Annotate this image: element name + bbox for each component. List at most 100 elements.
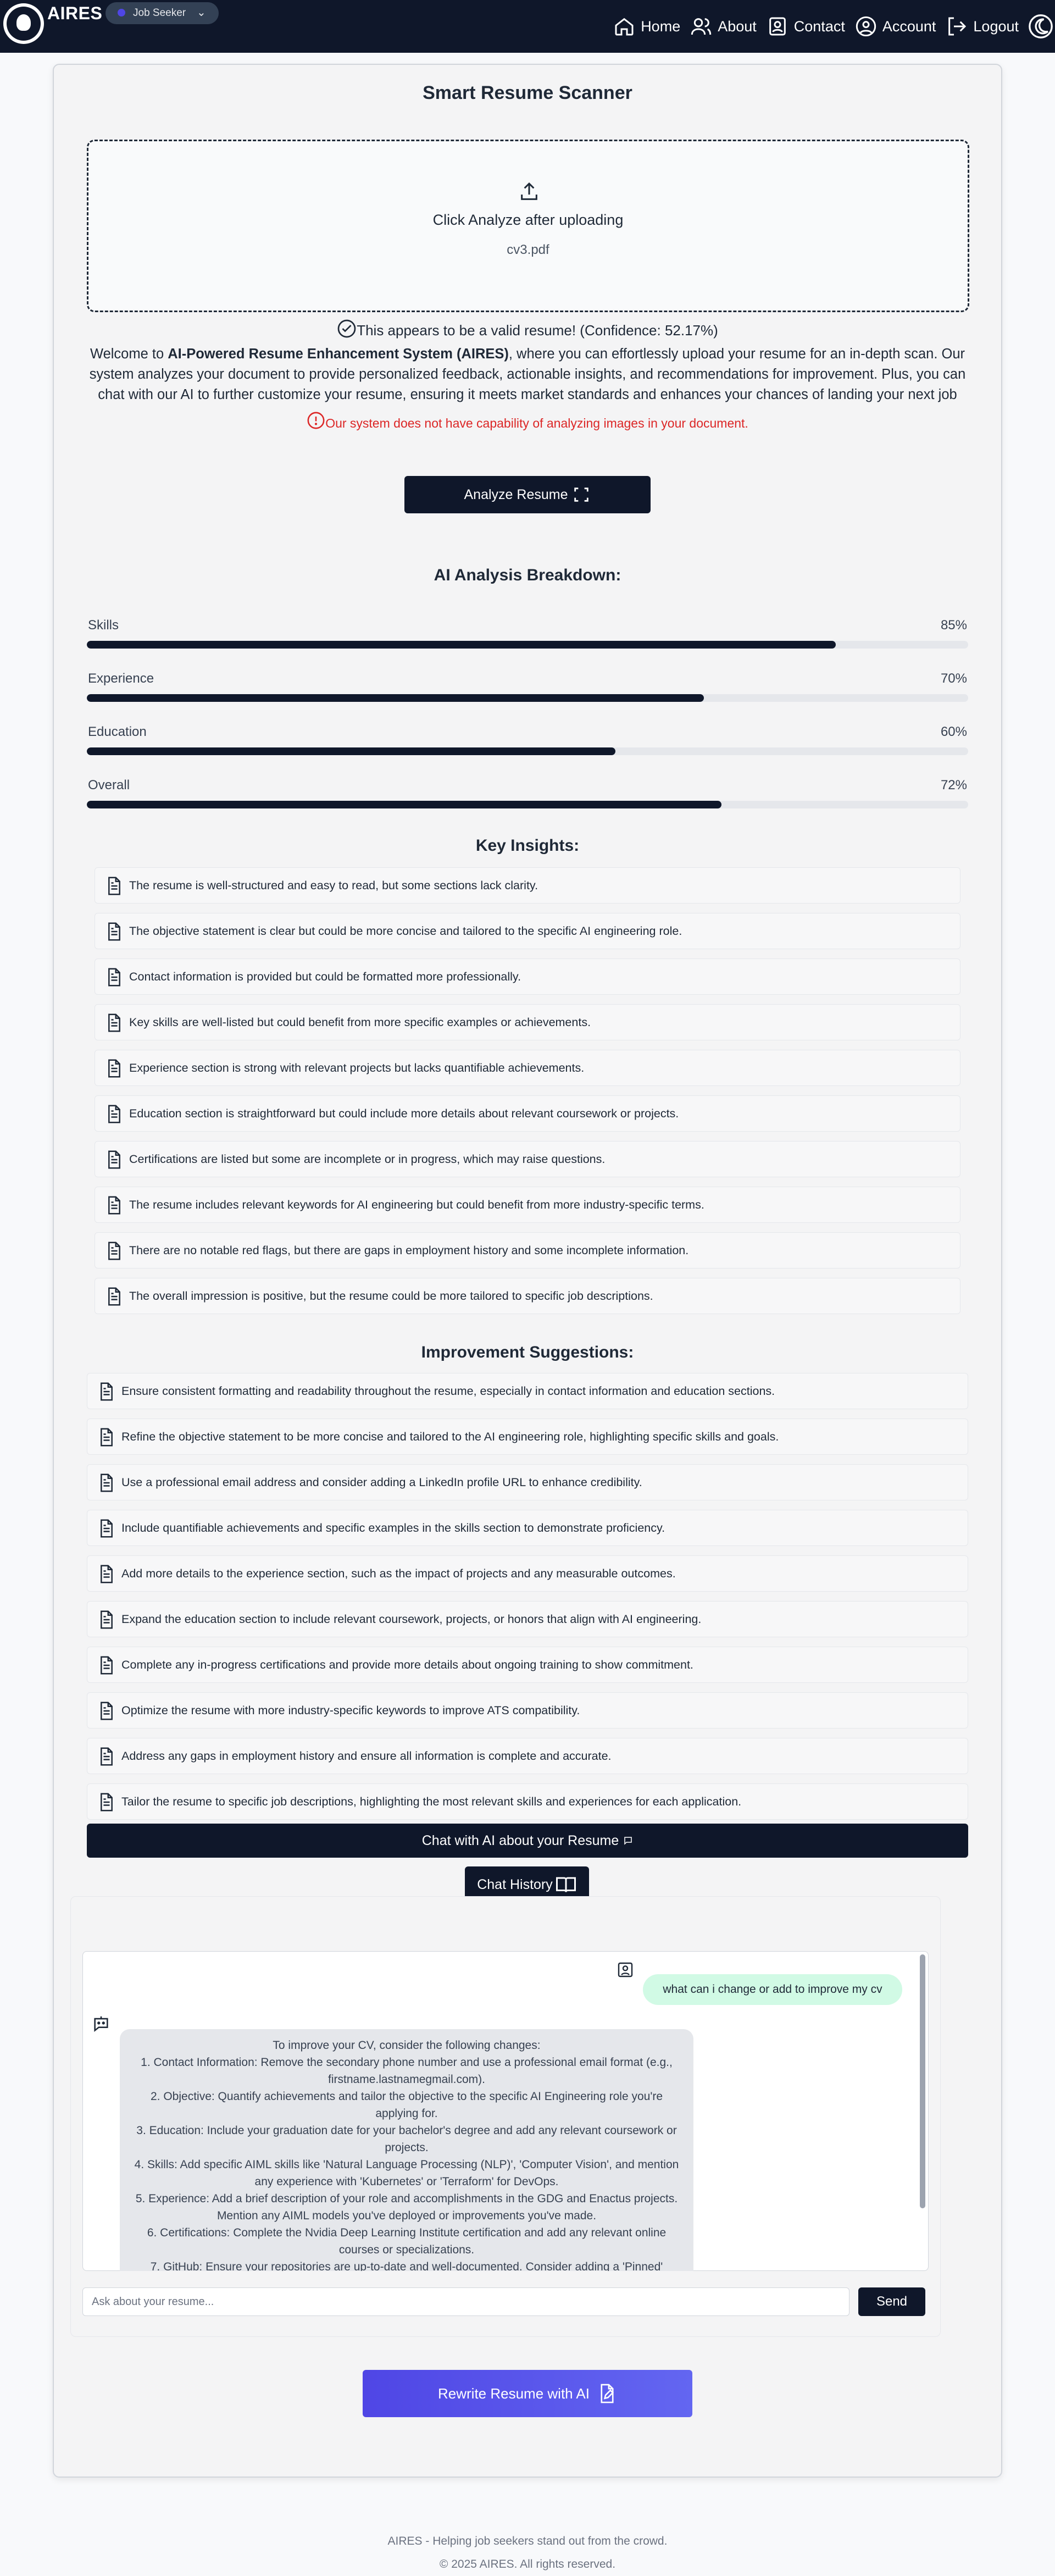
upload-icon <box>521 182 537 200</box>
score-value: 60% <box>940 724 967 739</box>
home-icon <box>615 18 634 36</box>
suggestion-text: Expand the education section to include … <box>121 1613 702 1626</box>
send-button[interactable]: Send <box>858 2287 925 2316</box>
score-bar: Skills 85% <box>87 618 968 649</box>
document-icon <box>108 1150 120 1169</box>
insight-item: Key skills are well-listed but could ben… <box>95 1004 960 1040</box>
suggestion-item: Refine the objective statement to be mor… <box>87 1419 968 1455</box>
suggestion-item: Tailor the resume to specific job descri… <box>87 1783 968 1820</box>
suggestion-text: Ensure consistent formatting and readabi… <box>121 1384 775 1398</box>
brand-name: AIRES <box>47 3 103 23</box>
insight-text: Experience section is strong with releva… <box>129 1061 585 1074</box>
bot-message-line: To improve your CV, consider the followi… <box>273 2039 541 2052</box>
suggestion-item: Ensure consistent formatting and readabi… <box>87 1373 968 1409</box>
check-circle-icon <box>337 319 356 338</box>
valid-text: This appears to be a valid resume! (Conf… <box>357 322 718 339</box>
user-avatar-icon <box>618 1962 633 1977</box>
rewrite-label: Rewrite Resume with AI <box>438 2385 590 2402</box>
footer-tagline: AIRES - Helping job seekers stand out fr… <box>387 2535 668 2547</box>
nav-account[interactable]: Account <box>855 15 936 37</box>
score-label: Overall <box>88 778 130 793</box>
suggestion-item: Include quantifiable achievements and sp… <box>87 1510 968 1546</box>
insight-text: Education section is straightforward but… <box>129 1107 679 1120</box>
document-icon <box>108 1105 120 1123</box>
nav-contact[interactable]: Contact <box>767 15 845 37</box>
users-icon <box>691 18 712 35</box>
insight-item: Certifications are listed but some are i… <box>95 1141 960 1177</box>
bot-message-line: 6. Certifications: Complete the Nvidia D… <box>147 2226 667 2256</box>
document-icon <box>101 1382 113 1401</box>
chat-with-ai-button[interactable]: Chat with AI about your Resume <box>87 1824 968 1858</box>
chat-scrollbar[interactable] <box>920 1954 925 2208</box>
nav-contact-label: Contact <box>793 18 845 35</box>
footer-copyright: © 2025 AIRES. All rights reserved. <box>439 2558 616 2571</box>
role-label: Job Seeker <box>133 7 186 19</box>
suggestion-text: Tailor the resume to specific job descri… <box>121 1795 742 1808</box>
role-icon <box>118 9 125 16</box>
score-bar: Experience 70% <box>87 671 968 702</box>
suggestion-item: Use a professional email address and con… <box>87 1464 968 1500</box>
suggestion-item: Address any gaps in employment history a… <box>87 1738 968 1774</box>
role-selector[interactable]: Job Seeker ⌄ <box>106 2 219 24</box>
suggestions-title: Improvement Suggestions: <box>421 1343 634 1361</box>
valid-resume-message: This appears to be a valid resume! (Conf… <box>0 319 1055 339</box>
document-icon <box>101 1428 113 1447</box>
insight-item: The objective statement is clear but cou… <box>95 913 960 949</box>
suggestion-item: Optimize the resume with more industry-s… <box>87 1692 968 1729</box>
score-track <box>87 747 968 755</box>
document-icon <box>101 1519 113 1538</box>
insight-text: There are no notable red flags, but ther… <box>129 1244 689 1257</box>
moon-icon[interactable] <box>1029 14 1053 38</box>
bot-message: To improve your CV, consider the followi… <box>120 2029 693 2271</box>
rewrite-resume-button[interactable]: Rewrite Resume with AI <box>363 2370 692 2417</box>
bot-message-line: 1. Contact Information: Remove the secon… <box>141 2056 673 2086</box>
score-bar: Overall 72% <box>87 778 968 808</box>
welcome-system-name: AI-Powered Resume Enhancement System (AI… <box>168 346 509 362</box>
aires-logo[interactable] <box>3 3 44 44</box>
score-value: 85% <box>940 618 967 633</box>
insight-item: The overall impression is positive, but … <box>95 1278 960 1314</box>
document-icon <box>108 877 120 895</box>
score-label: Education <box>88 724 147 739</box>
insight-item: Education section is straightforward but… <box>95 1095 960 1132</box>
nav-home[interactable]: Home <box>613 15 680 37</box>
upload-dropzone[interactable]: Click Analyze after uploading cv3.pdf <box>87 140 969 312</box>
score-label: Experience <box>88 671 154 686</box>
insight-text: Certifications are listed but some are i… <box>129 1153 606 1166</box>
message-icon <box>624 1837 632 1845</box>
document-icon <box>108 1013 120 1032</box>
uploaded-filename: cv3.pdf <box>507 242 549 257</box>
nav-about[interactable]: About <box>690 15 757 37</box>
suggestion-text: Optimize the resume with more industry-s… <box>121 1704 580 1717</box>
suggestion-text: Add more details to the experience secti… <box>121 1567 676 1580</box>
scan-icon <box>574 487 589 502</box>
score-value: 70% <box>940 671 967 686</box>
insight-text: The resume includes relevant keywords fo… <box>129 1198 704 1211</box>
document-icon <box>108 1287 120 1306</box>
insight-text: Key skills are well-listed but could ben… <box>129 1016 591 1029</box>
insight-item: The resume includes relevant keywords fo… <box>95 1187 960 1223</box>
file-edit-icon <box>601 2384 614 2403</box>
suggestion-item: Add more details to the experience secti… <box>87 1555 968 1592</box>
analyze-resume-button[interactable]: Analyze Resume <box>404 476 651 513</box>
suggestion-text: Use a professional email address and con… <box>121 1476 642 1489</box>
chat-input[interactable] <box>82 2287 849 2316</box>
analysis-title: AI Analysis Breakdown: <box>434 566 621 584</box>
score-track <box>87 801 968 808</box>
insight-item: Contact information is provided but coul… <box>95 959 960 995</box>
suggestion-text: Include quantifiable achievements and sp… <box>121 1521 665 1534</box>
insight-text: The overall impression is positive, but … <box>129 1289 653 1303</box>
suggestion-text: Complete any in-progress certifications … <box>121 1658 693 1671</box>
chat-with-ai-label: Chat with AI about your Resume <box>421 1832 619 1848</box>
suggestion-text: Refine the objective statement to be mor… <box>121 1430 779 1443</box>
score-fill <box>87 694 704 702</box>
contact-icon <box>769 17 786 36</box>
document-icon <box>101 1610 113 1629</box>
score-fill <box>87 641 836 649</box>
nav-about-label: About <box>718 18 757 35</box>
nav-logout[interactable]: Logout <box>946 15 1019 37</box>
score-fill <box>87 747 616 755</box>
analyze-label: Analyze Resume <box>464 486 568 502</box>
document-icon <box>101 1473 113 1492</box>
document-icon <box>108 1242 120 1260</box>
